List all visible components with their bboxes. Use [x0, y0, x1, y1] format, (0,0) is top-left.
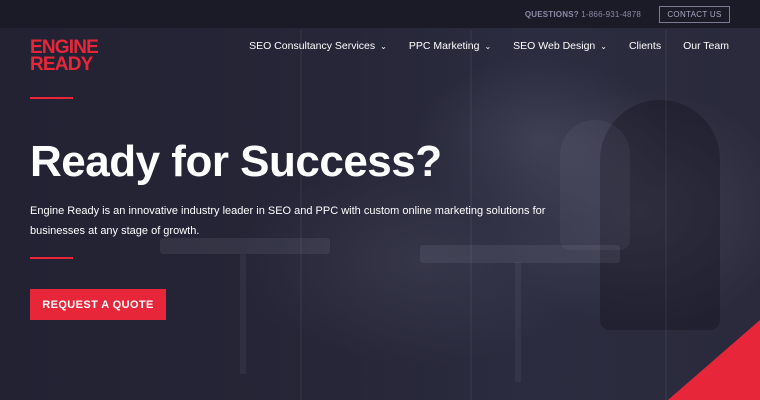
questions-label: QUESTIONS?	[524, 10, 579, 19]
photo-person-silhouette	[560, 120, 630, 250]
photo-table-leg	[240, 254, 246, 374]
top-bar: QUESTIONS? 1-866-931-4878 CONTACT US	[0, 0, 760, 28]
request-quote-button[interactable]: REQUEST A QUOTE	[30, 289, 166, 320]
red-corner-accent	[668, 320, 760, 400]
engine-ready-logo[interactable]: ENGINE READY	[30, 38, 112, 77]
nav-item-ppc-marketing[interactable]: PPC Marketing ⌄	[409, 40, 491, 52]
main-nav: SEO Consultancy Services ⌄ PPC Marketing…	[227, 40, 729, 52]
nav-item-label: Our Team	[683, 40, 729, 52]
nav-item-label: SEO Web Design	[513, 40, 596, 52]
logo-line-2: READY	[30, 54, 93, 75]
hero-background	[0, 0, 760, 400]
chevron-down-icon: ⌄	[380, 41, 387, 51]
contact-us-button[interactable]: CONTACT US	[659, 6, 730, 23]
nav-item-label: PPC Marketing	[408, 40, 480, 52]
photo-table	[420, 245, 620, 263]
chevron-down-icon: ⌄	[484, 41, 492, 51]
phone-number[interactable]: 1-866-931-4878	[581, 10, 641, 19]
accent-divider	[30, 257, 73, 259]
questions-phone: QUESTIONS? 1-866-931-4878	[525, 10, 641, 19]
nav-item-clients[interactable]: Clients	[629, 40, 661, 52]
hero-headline: Ready for Success?	[30, 137, 442, 186]
hero-description: Engine Ready is an innovative industry l…	[30, 205, 546, 237]
accent-divider	[30, 97, 73, 99]
nav-item-seo-consultancy[interactable]: SEO Consultancy Services ⌄	[249, 40, 387, 52]
photo-window-frame	[665, 30, 667, 400]
chevron-down-icon: ⌄	[600, 41, 607, 51]
nav-item-label: SEO Consultancy Services	[249, 40, 376, 52]
photo-table-leg	[515, 262, 521, 382]
nav-item-label: Clients	[628, 40, 662, 52]
nav-item-our-team[interactable]: Our Team	[683, 40, 729, 52]
nav-item-seo-web-design[interactable]: SEO Web Design ⌄	[513, 40, 607, 52]
